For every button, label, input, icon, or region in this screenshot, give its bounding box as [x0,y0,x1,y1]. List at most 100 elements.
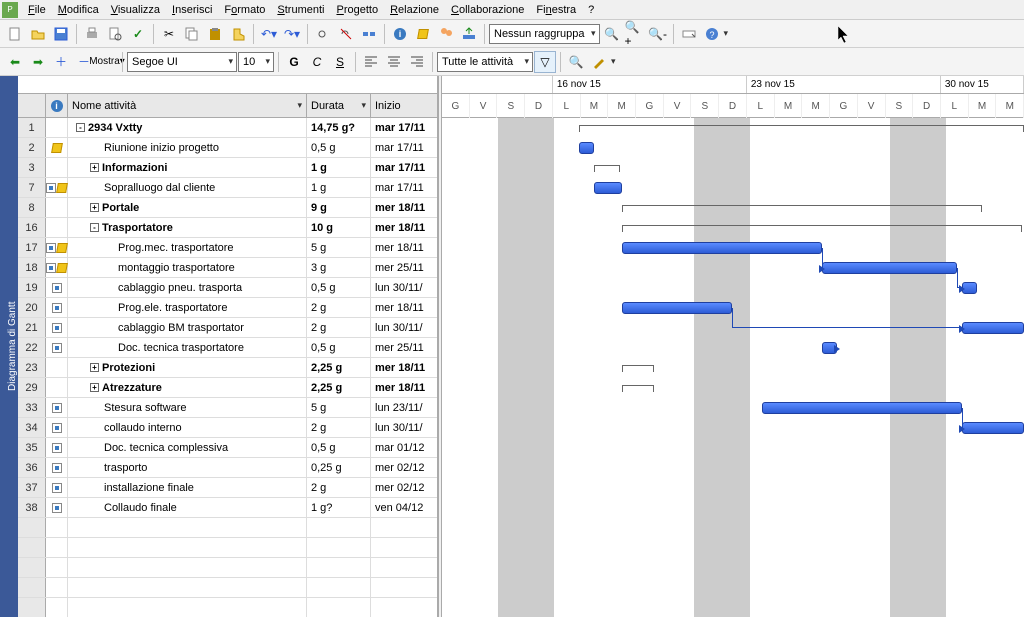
collapse-icon[interactable]: - [90,223,99,232]
expand-icon[interactable]: + [90,383,99,392]
gantt-bar[interactable] [962,322,1024,334]
task-row[interactable]: 19cablaggio pneu. trasporta0,5 glun 30/1… [18,278,437,298]
cell-duration[interactable]: 0,5 g [307,138,371,157]
task-row-empty[interactable] [18,578,437,598]
zoom-fit-icon[interactable]: 🔍 [601,23,623,45]
underline-icon[interactable]: S [329,51,351,73]
cell-start[interactable]: ven 04/12 [371,498,437,517]
unlink-icon[interactable] [335,23,357,45]
cell-name[interactable]: Collaudo finale [68,498,307,517]
zoom-in-icon[interactable]: 🔍+ [624,23,646,45]
menu-relazione[interactable]: Relazione [384,2,445,18]
split-icon[interactable] [358,23,380,45]
gantt-chart[interactable]: 16 nov 1523 nov 1530 nov 15 GVSDLMMGVSDL… [442,76,1024,617]
wizard-icon[interactable] [588,51,610,73]
undo-icon[interactable]: ↶▾ [258,23,280,45]
cell-name[interactable]: Stesura software [68,398,307,417]
cell-duration[interactable]: 2 g [307,318,371,337]
cut-icon[interactable]: ✂ [158,23,180,45]
task-row[interactable]: 38 Collaudo finale1 g?ven 04/12 [18,498,437,518]
row-header[interactable]: 1 [18,118,46,137]
task-row[interactable]: 7Sopralluogo dal cliente1 gmar 17/11 [18,178,437,198]
publish-icon[interactable] [458,23,480,45]
col-name[interactable]: Nome attività▾ [68,94,307,117]
cell-name[interactable]: -2934 Vxtty [68,118,307,137]
cell-duration[interactable]: 1 g? [307,498,371,517]
cell-start[interactable]: mer 25/11 [371,338,437,357]
row-header[interactable]: 2 [18,138,46,157]
cell-name[interactable]: montaggio trasportatore [68,258,307,277]
link-icon[interactable] [312,23,334,45]
cell-start[interactable]: lun 23/11/ [371,398,437,417]
cell-duration[interactable]: 2 g [307,298,371,317]
task-row[interactable]: 3+Informazioni1 gmar 17/11 [18,158,437,178]
cell-duration[interactable]: 1 g [307,158,371,177]
format-painter-icon[interactable] [227,23,249,45]
expand-icon[interactable]: + [90,203,99,212]
cell-start[interactable]: mar 17/11 [371,178,437,197]
row-header[interactable]: 34 [18,418,46,437]
cell-name[interactable]: Prog.ele. trasportatore [68,298,307,317]
row-header[interactable]: 19 [18,278,46,297]
gantt-bar[interactable] [762,402,962,414]
gantt-summary-bar[interactable] [594,165,620,171]
cell-name[interactable]: +Protezioni [68,358,307,377]
menu-finestra[interactable]: Finestra [530,2,582,18]
bold-icon[interactable]: G [283,51,305,73]
task-row[interactable]: 8+Portale9 gmer 18/11 [18,198,437,218]
cell-start[interactable]: mer 02/12 [371,478,437,497]
redo-icon[interactable]: ↷▾ [281,23,303,45]
row-header[interactable]: 35 [18,438,46,457]
col-duration[interactable]: Durata▾ [307,94,371,117]
gantt-summary-bar[interactable] [579,125,1024,131]
cell-duration[interactable]: 2 g [307,478,371,497]
gantt-bar[interactable] [622,302,732,314]
row-header[interactable]: 18 [18,258,46,277]
cell-duration[interactable]: 2 g [307,418,371,437]
goto-task-icon[interactable] [678,23,700,45]
view-tab-gantt[interactable]: Diagramma di Gantt [0,76,18,617]
cell-name[interactable]: Doc. tecnica complessiva [68,438,307,457]
select-all-cell[interactable] [18,94,46,117]
find-icon[interactable]: 🔍 [565,51,587,73]
print-icon[interactable] [81,23,103,45]
gantt-summary-bar[interactable] [622,385,654,391]
task-row[interactable]: 21cablaggio BM trasportator2 glun 30/11/ [18,318,437,338]
cell-duration[interactable]: 3 g [307,258,371,277]
align-right-icon[interactable] [406,51,428,73]
cell-name[interactable]: installazione finale [68,478,307,497]
cell-start[interactable]: mer 02/12 [371,458,437,477]
col-start[interactable]: Inizio [371,94,437,117]
row-header[interactable]: 8 [18,198,46,217]
cell-name[interactable]: collaudo interno [68,418,307,437]
zoom-out-icon[interactable]: 🔍- [647,23,669,45]
show-outline-icon[interactable]: Mostra▾ [96,51,118,73]
new-icon[interactable] [4,23,26,45]
gantt-bar[interactable] [622,242,822,254]
gantt-bar[interactable] [962,422,1024,434]
task-row-empty[interactable] [18,538,437,558]
cell-duration[interactable]: 14,75 g? [307,118,371,137]
gantt-bar[interactable] [594,182,622,194]
task-row[interactable]: 20Prog.ele. trasportatore2 gmer 18/11 [18,298,437,318]
menu-[interactable]: ? [582,2,600,18]
cell-name[interactable]: cablaggio BM trasportator [68,318,307,337]
help-icon[interactable]: ? [701,23,723,45]
gantt-bar[interactable] [822,262,957,274]
cell-name[interactable]: Riunione inizio progetto [68,138,307,157]
cell-duration[interactable]: 5 g [307,238,371,257]
menu-formato[interactable]: Formato [218,2,271,18]
row-header[interactable]: 20 [18,298,46,317]
row-header[interactable]: 17 [18,238,46,257]
cell-start[interactable]: mer 18/11 [371,358,437,377]
row-header[interactable]: 7 [18,178,46,197]
font-combo[interactable]: Segoe UI [127,52,237,72]
paste-icon[interactable] [204,23,226,45]
italic-icon[interactable]: C [306,51,328,73]
cell-duration[interactable]: 5 g [307,398,371,417]
cell-duration[interactable]: 9 g [307,198,371,217]
gantt-summary-bar[interactable] [622,225,1022,231]
cell-duration[interactable]: 10 g [307,218,371,237]
cell-duration[interactable]: 0,5 g [307,338,371,357]
row-header[interactable]: 38 [18,498,46,517]
